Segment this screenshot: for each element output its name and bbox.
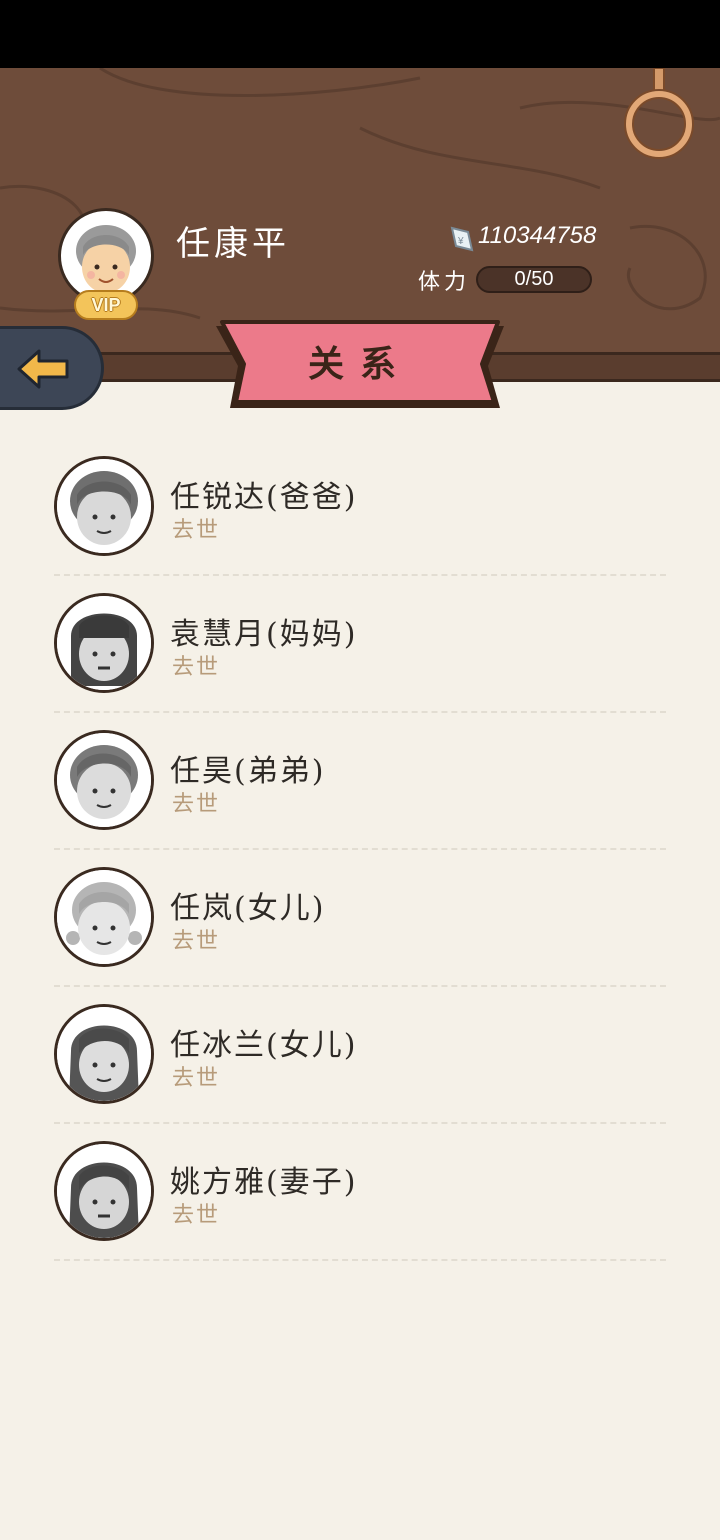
relation-status: 去世	[172, 1203, 221, 1228]
relation-status: 去世	[172, 1066, 221, 1091]
page-title: 关系	[307, 343, 412, 385]
relation-name: 姚方雅(妻子)	[170, 1165, 358, 1200]
relation-name: 任锐达(爸爸)	[170, 480, 358, 515]
vip-badge: VIP	[74, 290, 138, 320]
money-value: 110344758	[478, 222, 597, 249]
ring-pendant-icon[interactable]	[620, 68, 700, 168]
relation-status: 去世	[172, 655, 221, 680]
svg-text:¥: ¥	[457, 236, 464, 247]
arrow-left-icon	[17, 349, 69, 389]
relation-list: 任锐达(爸爸) 去世 袁慧月(妈妈) 去世 任昊(弟弟) 去世 任岚(女儿) 去…	[54, 440, 666, 1262]
relation-name: 任岚(女儿)	[170, 891, 326, 926]
status-bar	[0, 0, 720, 68]
relation-avatar	[54, 1141, 154, 1241]
relation-avatar	[54, 867, 154, 967]
relation-status: 去世	[172, 518, 221, 543]
relation-name: 任冰兰(女儿)	[170, 1028, 358, 1063]
player-name: 任康平	[176, 224, 290, 264]
relation-status: 去世	[172, 929, 221, 954]
relation-avatar	[54, 730, 154, 830]
relation-row[interactable]: 任冰兰(女儿) 去世	[54, 988, 666, 1124]
relation-row[interactable]: 任岚(女儿) 去世	[54, 851, 666, 987]
relation-avatar	[54, 456, 154, 556]
relation-avatar	[54, 593, 154, 693]
relation-row[interactable]: 姚方雅(妻子) 去世	[54, 1125, 666, 1261]
stamina-label: 体力	[418, 270, 471, 295]
relation-row[interactable]: 任锐达(爸爸) 去世	[54, 440, 666, 576]
stamina-bar: 0/50	[476, 266, 592, 293]
player-avatar[interactable]: VIP	[58, 208, 158, 320]
stamina-text: 0/50	[514, 268, 554, 290]
relation-row[interactable]: 任昊(弟弟) 去世	[54, 714, 666, 850]
relation-status: 去世	[172, 792, 221, 817]
relation-name: 袁慧月(妈妈)	[170, 617, 358, 652]
banknote-icon: ¥	[450, 226, 474, 252]
relation-avatar	[54, 1004, 154, 1104]
relation-name: 任昊(弟弟)	[170, 754, 326, 789]
back-button[interactable]	[0, 326, 104, 410]
relation-row[interactable]: 袁慧月(妈妈) 去世	[54, 577, 666, 713]
